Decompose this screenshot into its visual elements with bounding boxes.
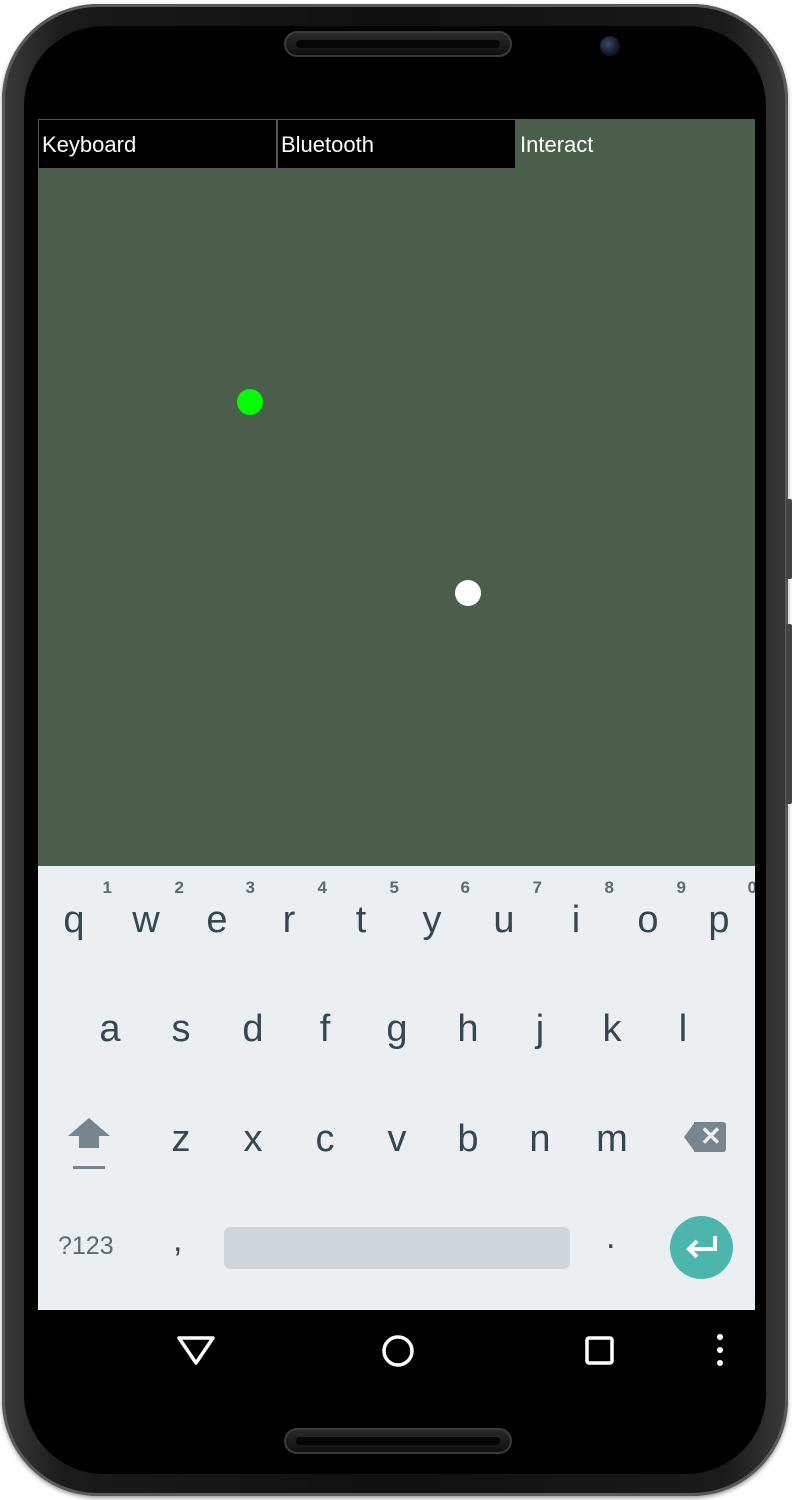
key-i-label: i xyxy=(571,899,581,941)
backspace-key[interactable]: ✕ xyxy=(684,1121,726,1152)
key-u[interactable]: u7 xyxy=(468,878,542,942)
key-k-label: k xyxy=(602,1008,622,1050)
key-p-hint: 0 xyxy=(747,878,755,897)
key-r-label: r xyxy=(282,899,296,941)
key-s-label: s xyxy=(171,1008,191,1050)
power-button xyxy=(786,499,792,579)
backspace-x-glyph: ✕ xyxy=(700,1121,722,1151)
key-s[interactable]: s xyxy=(145,1007,217,1051)
key-n[interactable]: n xyxy=(504,1117,576,1161)
recents-square-icon xyxy=(585,1336,614,1365)
key-w-label: w xyxy=(132,899,160,941)
device-screen: Keyboard Bluetooth Interact q1 w2 e3 r4 … xyxy=(38,119,755,1395)
key-f-label: f xyxy=(319,1008,331,1050)
key-c-label: c xyxy=(315,1118,335,1160)
key-t-hint: 5 xyxy=(389,878,399,897)
key-z-label: z xyxy=(171,1118,191,1160)
key-e[interactable]: e3 xyxy=(181,878,255,942)
key-i-hint: 8 xyxy=(604,878,614,897)
key-u-hint: 7 xyxy=(532,878,542,897)
key-n-label: n xyxy=(529,1118,551,1160)
shift-icon-stem xyxy=(79,1136,99,1148)
bottom-speaker xyxy=(284,1428,512,1454)
key-d-label: d xyxy=(242,1008,264,1050)
key-o[interactable]: o9 xyxy=(612,878,686,942)
key-j-label: j xyxy=(535,1008,545,1050)
tab-keyboard[interactable]: Keyboard xyxy=(38,119,277,169)
soft-keyboard: q1 w2 e3 r4 t5 y6 u7 i8 o9 p0 a s d f g … xyxy=(38,866,755,1310)
home-circle-icon xyxy=(382,1335,414,1367)
key-x[interactable]: x xyxy=(217,1117,289,1161)
key-p-label: p xyxy=(708,899,730,941)
enter-key[interactable] xyxy=(670,1216,733,1279)
key-b-label: b xyxy=(457,1118,479,1160)
shift-icon xyxy=(68,1118,110,1136)
volume-rocker xyxy=(786,624,792,804)
shift-underline xyxy=(73,1166,105,1169)
green-dot[interactable] xyxy=(237,389,263,415)
key-j[interactable]: j xyxy=(504,1007,576,1051)
key-w-hint: 2 xyxy=(174,878,184,897)
back-triangle-icon xyxy=(177,1336,215,1365)
front-camera xyxy=(600,36,620,56)
key-x-label: x xyxy=(243,1118,263,1160)
key-v-label: v xyxy=(387,1118,407,1160)
key-q-label: q xyxy=(63,899,85,941)
key-y-hint: 6 xyxy=(460,878,470,897)
key-a-label: a xyxy=(99,1008,121,1050)
overflow-menu-icon xyxy=(717,1334,723,1366)
key-q-hint: 1 xyxy=(102,878,112,897)
shift-key[interactable] xyxy=(66,1118,112,1178)
key-m[interactable]: m xyxy=(576,1117,648,1161)
key-c[interactable]: c xyxy=(289,1117,361,1161)
recents-button[interactable] xyxy=(584,1330,616,1375)
key-y[interactable]: y6 xyxy=(396,878,471,942)
tab-interact[interactable]: Interact xyxy=(516,119,755,169)
key-m-label: m xyxy=(596,1118,628,1160)
tab-bluetooth[interactable]: Bluetooth xyxy=(277,119,516,169)
key-b[interactable]: b xyxy=(432,1117,504,1161)
key-g-label: g xyxy=(386,1008,408,1050)
key-a[interactable]: a xyxy=(74,1007,146,1051)
key-k[interactable]: k xyxy=(576,1007,648,1051)
key-t-label: t xyxy=(355,899,367,941)
key-h-label: h xyxy=(457,1008,479,1050)
key-z[interactable]: z xyxy=(145,1117,217,1161)
period-key[interactable]: . xyxy=(606,1218,615,1257)
key-l[interactable]: l xyxy=(647,1007,719,1051)
enter-icon xyxy=(686,1236,717,1259)
key-h[interactable]: h xyxy=(432,1007,504,1051)
symbols-key[interactable]: ?123 xyxy=(58,1232,114,1261)
key-r-hint: 4 xyxy=(317,878,327,897)
key-d[interactable]: d xyxy=(217,1007,289,1051)
key-e-hint: 3 xyxy=(245,878,255,897)
comma-key[interactable]: , xyxy=(173,1221,182,1260)
key-g[interactable]: g xyxy=(361,1007,433,1051)
key-i[interactable]: i8 xyxy=(540,878,614,942)
overflow-menu-button[interactable] xyxy=(714,1330,726,1375)
key-l-label: l xyxy=(678,1008,688,1050)
navigation-bar xyxy=(38,1310,755,1395)
key-f[interactable]: f xyxy=(289,1007,361,1051)
key-t[interactable]: t5 xyxy=(325,878,399,942)
key-o-label: o xyxy=(637,899,659,941)
white-dot[interactable] xyxy=(455,580,481,606)
space-bar[interactable] xyxy=(224,1227,570,1269)
tab-bar: Keyboard Bluetooth Interact xyxy=(38,119,755,169)
back-button[interactable] xyxy=(176,1330,216,1375)
key-u-label: u xyxy=(493,899,515,941)
top-speaker xyxy=(284,31,512,57)
key-p[interactable]: p0 xyxy=(683,878,755,942)
interact-canvas[interactable] xyxy=(38,169,755,866)
home-button[interactable] xyxy=(380,1330,416,1375)
key-y-label: y xyxy=(422,899,442,941)
key-o-hint: 9 xyxy=(676,878,686,897)
key-q[interactable]: q1 xyxy=(38,878,112,942)
key-v[interactable]: v xyxy=(361,1117,433,1161)
key-w[interactable]: w2 xyxy=(110,878,184,942)
key-e-label: e xyxy=(206,899,228,941)
key-r[interactable]: r4 xyxy=(253,878,327,942)
